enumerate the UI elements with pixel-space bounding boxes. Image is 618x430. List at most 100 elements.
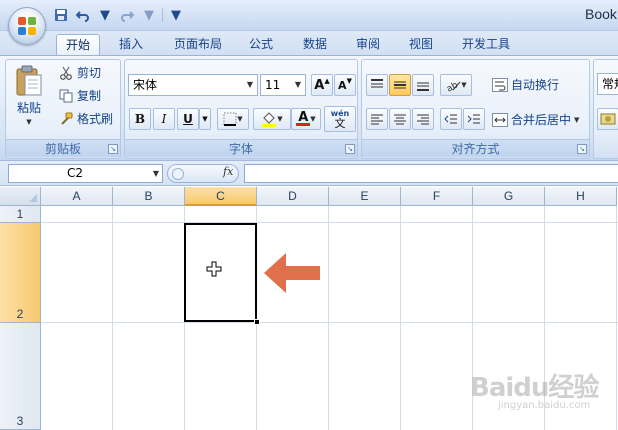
gridline [41,322,618,323]
office-button[interactable] [8,7,46,45]
column-header-b[interactable]: B [113,187,185,206]
column-header-d[interactable]: D [257,187,329,206]
gridline [41,222,618,223]
align-middle-icon [394,81,406,89]
paste-icon [16,65,42,96]
copy-button[interactable]: 复制 [58,87,101,104]
grow-font-label: A [314,77,325,93]
tab-home[interactable]: 开始 [56,34,100,55]
underline-button[interactable]: U [177,108,199,130]
alignment-group: ab ▼ 自动换行 合并后居中 ▼ 对齐方式 ↘ [361,59,590,159]
column-header-a[interactable]: A [41,187,113,206]
fill-handle[interactable] [254,319,260,325]
paintbrush-icon [58,111,74,127]
name-box[interactable]: C2 ▼ [8,164,163,183]
font-name-value: 宋体 [133,78,158,92]
tab-formulas[interactable]: 公式 [240,34,282,55]
name-box-dropdown-icon[interactable]: ▼ [153,165,159,182]
currency-icon [600,113,616,125]
paste-label: 粘贴 [16,101,41,115]
format-painter-label: 格式刷 [77,112,114,126]
row-number-1: 1 [16,207,24,221]
clipboard-launcher-icon[interactable]: ↘ [108,144,118,154]
shrink-font-label: A [338,78,347,92]
bold-button[interactable]: B [129,108,151,130]
align-bottom-button[interactable] [412,74,434,96]
gridline [328,206,329,430]
column-header-e[interactable]: E [329,187,401,206]
font-color-button[interactable]: A ▼ [291,108,321,130]
font-name-combo[interactable]: 宋体 ▼ [128,74,258,96]
format-painter-button[interactable]: 格式刷 [58,110,113,127]
orientation-button[interactable]: ab ▼ [440,74,472,96]
align-middle-button[interactable] [389,74,411,96]
insert-function-button[interactable]: fx [223,165,233,178]
redo-icon[interactable] [118,6,136,24]
borders-dropdown-icon: ▼ [237,115,243,123]
wrap-text-button[interactable]: 自动换行 [492,76,559,93]
font-size-dropdown-icon[interactable]: ▼ [291,75,305,95]
watermark-url: jingyan.baidu.com [498,400,591,411]
font-name-dropdown-icon[interactable]: ▼ [243,75,257,95]
align-left-button[interactable] [366,108,388,130]
borders-button[interactable]: ▼ [217,108,249,130]
accounting-format-button[interactable] [597,108,618,130]
save-icon[interactable] [52,6,70,24]
wrap-text-label: 自动换行 [511,78,560,92]
worksheet-grid[interactable]: A B C D E F G H 1 2 3 Baidu经验 jingyan.ba… [0,187,618,430]
number-format-combo[interactable]: 常规 [597,73,618,95]
font-group-label: 字体 [125,139,357,157]
tab-data[interactable]: 数据 [294,34,336,55]
cut-label: 剪切 [77,66,102,80]
gridline [400,206,401,430]
shrink-caret-icon: ▼ [346,77,352,85]
tab-review[interactable]: 审阅 [347,34,389,55]
alignment-launcher-icon[interactable]: ↘ [577,144,587,154]
align-center-button[interactable] [389,108,411,130]
align-right-button[interactable] [412,108,434,130]
window-title: Book [585,6,617,22]
orientation-dropdown-icon: ▼ [461,81,467,89]
alignment-group-label: 对齐方式 [362,139,589,157]
column-header-f[interactable]: F [401,187,473,206]
fill-color-button[interactable]: ▼ [253,108,291,130]
tab-page-layout[interactable]: 页面布局 [166,34,230,55]
cut-button[interactable]: 剪切 [58,64,101,81]
undo-icon[interactable] [74,6,92,24]
column-header-c[interactable]: C [185,187,257,206]
underline-dropdown-icon[interactable]: ▼ [199,108,211,130]
row-number-2: 2 [16,307,24,321]
tab-developer[interactable]: 开发工具 [454,34,518,55]
align-left-icon [371,114,383,125]
tab-view[interactable]: 视图 [400,34,442,55]
row-header-2[interactable]: 2 [0,223,41,323]
formula-input[interactable] [244,164,618,183]
row-header-3[interactable]: 3 [0,323,41,430]
grow-caret-icon: ▲ [324,77,330,85]
column-header-g[interactable]: G [473,187,545,206]
paste-button[interactable]: 粘贴 ▼ [12,65,46,135]
resize-handle-icon[interactable] [172,168,184,180]
borders-icon [223,112,237,126]
font-launcher-icon[interactable]: ↘ [345,144,355,154]
column-header-h[interactable]: H [545,187,617,206]
decrease-indent-button[interactable] [440,108,462,130]
select-all-button[interactable] [0,187,41,206]
merge-center-icon [492,112,508,128]
align-top-button[interactable] [366,74,388,96]
tab-insert[interactable]: 插入 [110,34,152,55]
grow-font-button[interactable]: A ▲ [311,74,333,96]
customize-icon[interactable]: ▼ [167,6,185,24]
font-size-combo[interactable]: 11 ▼ [260,74,306,96]
redo-dropdown-icon[interactable]: ▼ [140,6,158,24]
phonetic-button[interactable]: wén 文 [324,106,356,132]
svg-text:ab: ab [445,80,460,92]
shrink-font-button[interactable]: A ▼ [334,74,356,96]
italic-button[interactable]: I [153,108,175,130]
watermark: Baidu经验 jingyan.baidu.com [470,367,599,411]
row-header-1[interactable]: 1 [0,206,41,223]
merge-center-button[interactable]: 合并后居中 ▼ [492,111,579,128]
undo-dropdown-icon[interactable]: ▼ [96,6,114,24]
increase-indent-button[interactable] [463,108,485,130]
align-right-icon [417,114,429,125]
